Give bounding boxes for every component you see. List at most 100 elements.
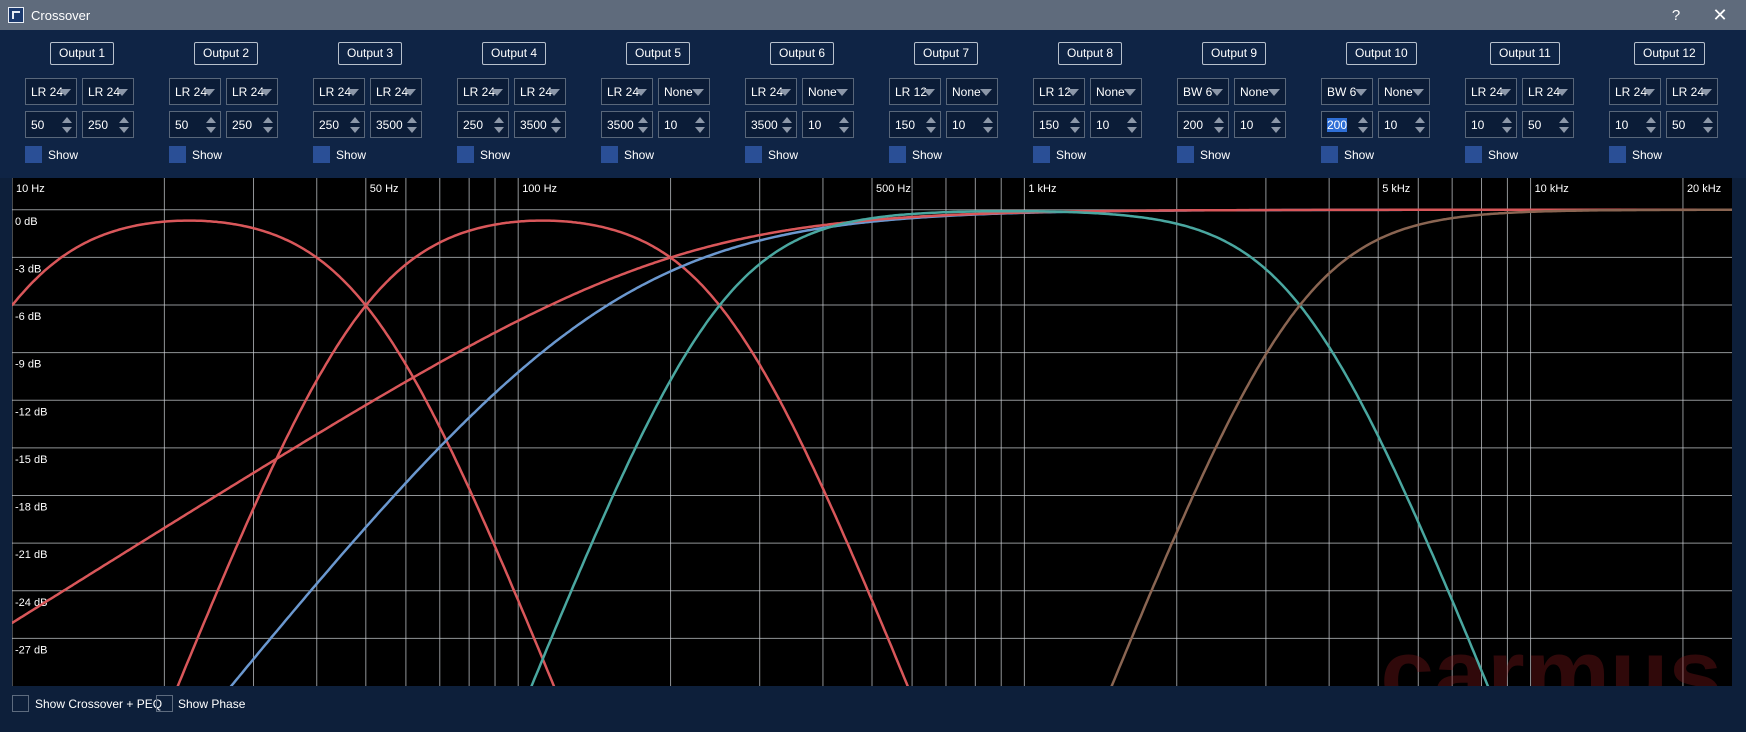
lowpass-frequency-spinbox[interactable]: 3500: [370, 111, 422, 138]
lowpass-type-select[interactable]: None: [802, 78, 854, 105]
highpass-type-select[interactable]: LR 24: [457, 78, 509, 105]
highpass-type-select[interactable]: LR 24: [745, 78, 797, 105]
show-checkbox[interactable]: [457, 146, 474, 163]
spin-up-icon[interactable]: [926, 117, 936, 123]
spin-down-icon[interactable]: [926, 127, 936, 133]
spin-down-icon[interactable]: [839, 127, 849, 133]
show-checkbox[interactable]: [169, 146, 186, 163]
highpass-type-select[interactable]: BW 6: [1321, 78, 1373, 105]
show-crossover-peq-checkbox[interactable]: [12, 695, 29, 712]
spin-up-icon[interactable]: [1070, 117, 1080, 123]
spin-up-icon[interactable]: [1559, 117, 1569, 123]
lowpass-type-select[interactable]: LR 24: [370, 78, 422, 105]
output-button[interactable]: Output 11: [1490, 42, 1560, 65]
lowpass-frequency-spinbox[interactable]: 10: [946, 111, 998, 138]
output-button[interactable]: Output 2: [194, 42, 259, 65]
spin-down-icon[interactable]: [1559, 127, 1569, 133]
spin-down-icon[interactable]: [782, 127, 792, 133]
spin-up-icon[interactable]: [1646, 117, 1656, 123]
spin-up-icon[interactable]: [983, 117, 993, 123]
show-phase-checkbox[interactable]: [156, 695, 173, 712]
lowpass-frequency-spinbox[interactable]: 50: [1666, 111, 1718, 138]
spin-up-icon[interactable]: [1415, 117, 1425, 123]
spin-down-icon[interactable]: [695, 127, 705, 133]
spin-up-icon[interactable]: [839, 117, 849, 123]
highpass-frequency-spinbox[interactable]: 50: [169, 111, 221, 138]
show-checkbox[interactable]: [601, 146, 618, 163]
highpass-frequency-spinbox[interactable]: 3500: [745, 111, 797, 138]
show-checkbox[interactable]: [1609, 146, 1626, 163]
spin-up-icon[interactable]: [494, 117, 504, 123]
lowpass-frequency-spinbox[interactable]: 250: [82, 111, 134, 138]
highpass-type-select[interactable]: BW 6: [1177, 78, 1229, 105]
highpass-type-select[interactable]: LR 24: [25, 78, 77, 105]
spin-down-icon[interactable]: [551, 127, 561, 133]
lowpass-frequency-spinbox[interactable]: 10: [1378, 111, 1430, 138]
lowpass-type-select[interactable]: LR 24: [1522, 78, 1574, 105]
show-checkbox[interactable]: [745, 146, 762, 163]
spin-down-icon[interactable]: [263, 127, 273, 133]
spin-down-icon[interactable]: [1358, 127, 1368, 133]
highpass-type-select[interactable]: LR 24: [1609, 78, 1661, 105]
lowpass-type-select[interactable]: None: [1234, 78, 1286, 105]
show-checkbox[interactable]: [889, 146, 906, 163]
show-checkbox[interactable]: [1321, 146, 1338, 163]
spin-up-icon[interactable]: [206, 117, 216, 123]
spin-up-icon[interactable]: [1502, 117, 1512, 123]
spin-down-icon[interactable]: [407, 127, 417, 133]
lowpass-frequency-spinbox[interactable]: 3500: [514, 111, 566, 138]
output-button[interactable]: Output 12: [1634, 42, 1705, 65]
spin-down-icon[interactable]: [119, 127, 129, 133]
spin-down-icon[interactable]: [1502, 127, 1512, 133]
help-button[interactable]: ?: [1656, 0, 1696, 30]
spin-up-icon[interactable]: [1214, 117, 1224, 123]
lowpass-frequency-spinbox[interactable]: 10: [658, 111, 710, 138]
spin-up-icon[interactable]: [695, 117, 705, 123]
spin-down-icon[interactable]: [1703, 127, 1713, 133]
output-button[interactable]: Output 9: [1202, 42, 1267, 65]
highpass-type-select[interactable]: LR 24: [313, 78, 365, 105]
lowpass-frequency-spinbox[interactable]: 250: [226, 111, 278, 138]
highpass-frequency-spinbox[interactable]: 150: [1033, 111, 1085, 138]
output-button[interactable]: Output 4: [482, 42, 547, 65]
highpass-type-select[interactable]: LR 24: [1465, 78, 1517, 105]
spin-down-icon[interactable]: [1415, 127, 1425, 133]
spin-up-icon[interactable]: [638, 117, 648, 123]
output-button[interactable]: Output 3: [338, 42, 403, 65]
show-checkbox[interactable]: [1177, 146, 1194, 163]
lowpass-frequency-spinbox[interactable]: 10: [802, 111, 854, 138]
highpass-frequency-spinbox[interactable]: 250: [313, 111, 365, 138]
highpass-frequency-spinbox[interactable]: 250: [457, 111, 509, 138]
highpass-type-select[interactable]: LR 24: [169, 78, 221, 105]
spin-down-icon[interactable]: [62, 127, 72, 133]
highpass-type-select[interactable]: LR 12: [1033, 78, 1085, 105]
highpass-type-select[interactable]: LR 24: [601, 78, 653, 105]
spin-up-icon[interactable]: [782, 117, 792, 123]
lowpass-frequency-spinbox[interactable]: 10: [1090, 111, 1142, 138]
lowpass-type-select[interactable]: None: [1378, 78, 1430, 105]
spin-up-icon[interactable]: [1703, 117, 1713, 123]
show-checkbox[interactable]: [25, 146, 42, 163]
highpass-frequency-spinbox[interactable]: 200: [1177, 111, 1229, 138]
highpass-frequency-spinbox[interactable]: 150: [889, 111, 941, 138]
spin-down-icon[interactable]: [1127, 127, 1137, 133]
spin-down-icon[interactable]: [494, 127, 504, 133]
spin-up-icon[interactable]: [62, 117, 72, 123]
spin-down-icon[interactable]: [1070, 127, 1080, 133]
highpass-frequency-spinbox[interactable]: 10: [1609, 111, 1661, 138]
output-button[interactable]: Output 6: [770, 42, 835, 65]
spin-down-icon[interactable]: [350, 127, 360, 133]
output-button[interactable]: Output 8: [1058, 42, 1123, 65]
highpass-type-select[interactable]: LR 12: [889, 78, 941, 105]
lowpass-frequency-spinbox[interactable]: 50: [1522, 111, 1574, 138]
output-button[interactable]: Output 10: [1346, 42, 1417, 65]
output-button[interactable]: Output 1: [50, 42, 115, 65]
spin-up-icon[interactable]: [551, 117, 561, 123]
spin-up-icon[interactable]: [407, 117, 417, 123]
spin-down-icon[interactable]: [638, 127, 648, 133]
lowpass-type-select[interactable]: LR 24: [226, 78, 278, 105]
lowpass-type-select[interactable]: None: [946, 78, 998, 105]
spin-up-icon[interactable]: [350, 117, 360, 123]
highpass-frequency-spinbox[interactable]: 200: [1321, 111, 1373, 138]
lowpass-type-select[interactable]: LR 24: [514, 78, 566, 105]
